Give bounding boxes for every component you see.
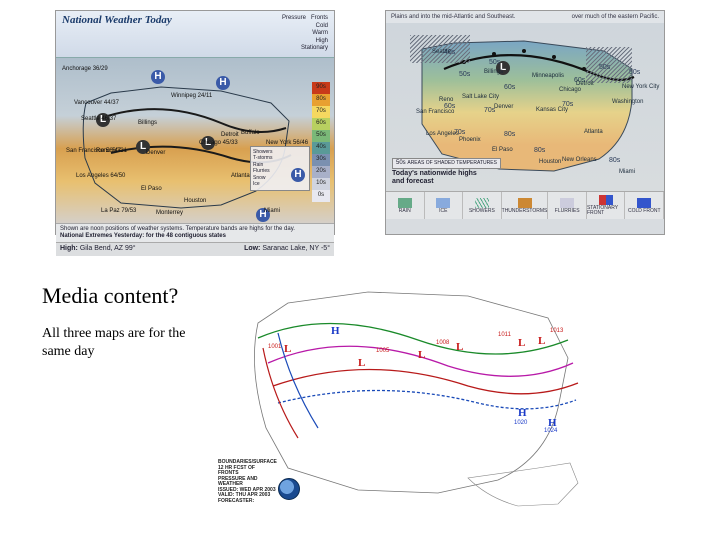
city-label: Miami	[264, 208, 280, 214]
icon-flurries: FLURRIES	[548, 192, 587, 219]
city-label: Winnipeg 24/11	[171, 93, 212, 99]
city-label: New York City	[622, 84, 659, 90]
icon-rain: RAIN	[386, 192, 425, 219]
city-label: El Paso	[141, 186, 162, 192]
city-label: New Orleans	[562, 157, 597, 163]
city-label: Washington	[612, 99, 643, 105]
isobar-val: 1001	[268, 344, 281, 350]
temp-scale: 90s 80s 70s 60s 50s 40s 30s 20s 10s 0s	[312, 82, 330, 202]
noaa-logo-icon	[278, 478, 300, 500]
pressure-h: H	[151, 70, 165, 84]
pressure-l: L	[518, 338, 525, 349]
city-label: Reno 50/31	[96, 148, 127, 154]
city-label: Billings	[484, 69, 503, 75]
city-label: Detroit	[221, 132, 239, 138]
map-a-footer-1: Shown are noon positions of weather syst…	[56, 223, 334, 242]
map-b-body: L 40s50s60s50s60s70s70s80s80s70s60s50s50…	[386, 23, 664, 191]
city-label: Salt Lake City	[462, 94, 499, 100]
city-label: Houston	[184, 198, 206, 204]
isobar-val: 1005	[376, 348, 389, 354]
city-label: Monterrey	[156, 210, 183, 216]
pressure-l: L	[358, 358, 365, 369]
icon-coldfront: COLD FRONT	[625, 192, 664, 219]
weather-map-c: LHLLLLLHH 1001 1005 1008 1011 1013 1020 …	[218, 268, 608, 518]
map-c-credit: BOUNDARIES/SURFACE 12 HR FCST OF FRONTS …	[218, 460, 276, 504]
noaa-synoptic-chart	[218, 268, 608, 518]
pressure-h: H	[216, 76, 230, 90]
slide-note: All three maps are for the same day	[42, 325, 217, 361]
temp-band-label: 50s	[489, 59, 500, 66]
isobar-val: 1011	[498, 332, 511, 338]
city-label: Detroit	[576, 81, 594, 87]
icon-showers: SHOWERS	[463, 192, 502, 219]
isobar-val: 1013	[550, 328, 563, 334]
temp-band-label: 80s	[504, 131, 515, 138]
pressure-l: L	[456, 342, 463, 353]
temp-band-label: 50s	[459, 71, 470, 78]
map-a-body: 90s 80s 70s 60s 50s 40s 30s 20s 10s 0s S…	[56, 58, 334, 223]
temp-band-label: 50s	[599, 64, 610, 71]
city-label: Vancouver 44/37	[74, 100, 119, 106]
city-label: Seattle 46/37	[81, 116, 116, 122]
isobar-val: 1020	[514, 420, 527, 426]
map-b-caption: Plains and into the mid-Atlantic and Sou…	[386, 11, 664, 23]
city-label: Chicago 45/33	[199, 140, 238, 146]
city-label: Miami	[619, 169, 635, 175]
city-label: Atlanta	[231, 173, 250, 179]
isobar-val: 1008	[436, 340, 449, 346]
city-label: Denver	[146, 150, 165, 156]
pressure-h: H	[331, 326, 340, 337]
city-label: La Paz 79/53	[101, 208, 136, 214]
city-label: El Paso	[492, 147, 513, 153]
map-a-titlebar: National Weather Today Pressure Fronts C…	[56, 11, 334, 58]
city-label: Billings	[138, 120, 157, 126]
pressure-l: L	[418, 350, 425, 361]
city-label: Los Angeles 64/50	[76, 173, 125, 179]
map-a-title: National Weather Today	[62, 15, 172, 53]
city-label: Phoenix	[459, 137, 481, 143]
icon-tstorms: THUNDERSTORMS	[502, 192, 549, 219]
weather-map-a: National Weather Today Pressure Fronts C…	[55, 10, 335, 235]
isobar-val: 1024	[544, 428, 557, 434]
temp-band-label: 60s	[504, 84, 515, 91]
pressure-h: H	[518, 408, 527, 419]
temp-band-label: 80s	[609, 157, 620, 164]
pressure-l: L	[284, 344, 291, 355]
city-label: Anchorage 36/29	[62, 66, 108, 72]
city-label: Reno	[439, 97, 453, 103]
temp-band-label: 50s	[629, 69, 640, 76]
slide-text: Media content? All three maps are for th…	[42, 282, 217, 361]
city-label: Minneapolis	[532, 73, 564, 79]
city-label: Buffalo	[241, 130, 260, 136]
pressure-l: L	[538, 336, 545, 347]
city-label: New York 56/46	[266, 140, 308, 146]
weather-map-b: Plains and into the mid-Atlantic and Sou…	[385, 10, 665, 235]
city-label: Chicago	[559, 87, 581, 93]
city-label: Seattle	[432, 49, 451, 55]
pressure-h: H	[291, 168, 305, 182]
icon-ice: ICE	[425, 192, 464, 219]
map-a-extremes: High: Gila Bend, AZ 99° Low: Saranac Lak…	[56, 242, 334, 255]
map-a-top-legend: Pressure Fronts Cold Warm High Stationar…	[282, 15, 328, 53]
temp-band-label: 80s	[534, 147, 545, 154]
city-label: Denver	[494, 104, 513, 110]
city-label: Los Angeles	[426, 131, 459, 137]
city-label: Houston	[539, 159, 561, 165]
map-b-forecast-label: 50s AREAS OF SHADED TEMPERATURES Today's…	[392, 158, 501, 185]
city-label: Kansas City	[536, 107, 568, 113]
city-label: San Francisco	[416, 109, 454, 115]
city-label: Atlanta	[584, 129, 603, 135]
map-b-icon-row: RAIN ICE SHOWERS THUNDERSTORMS FLURRIES …	[386, 191, 664, 219]
icon-stationary: STATIONARY FRONT	[587, 192, 626, 219]
slide-question: Media content?	[42, 282, 217, 311]
